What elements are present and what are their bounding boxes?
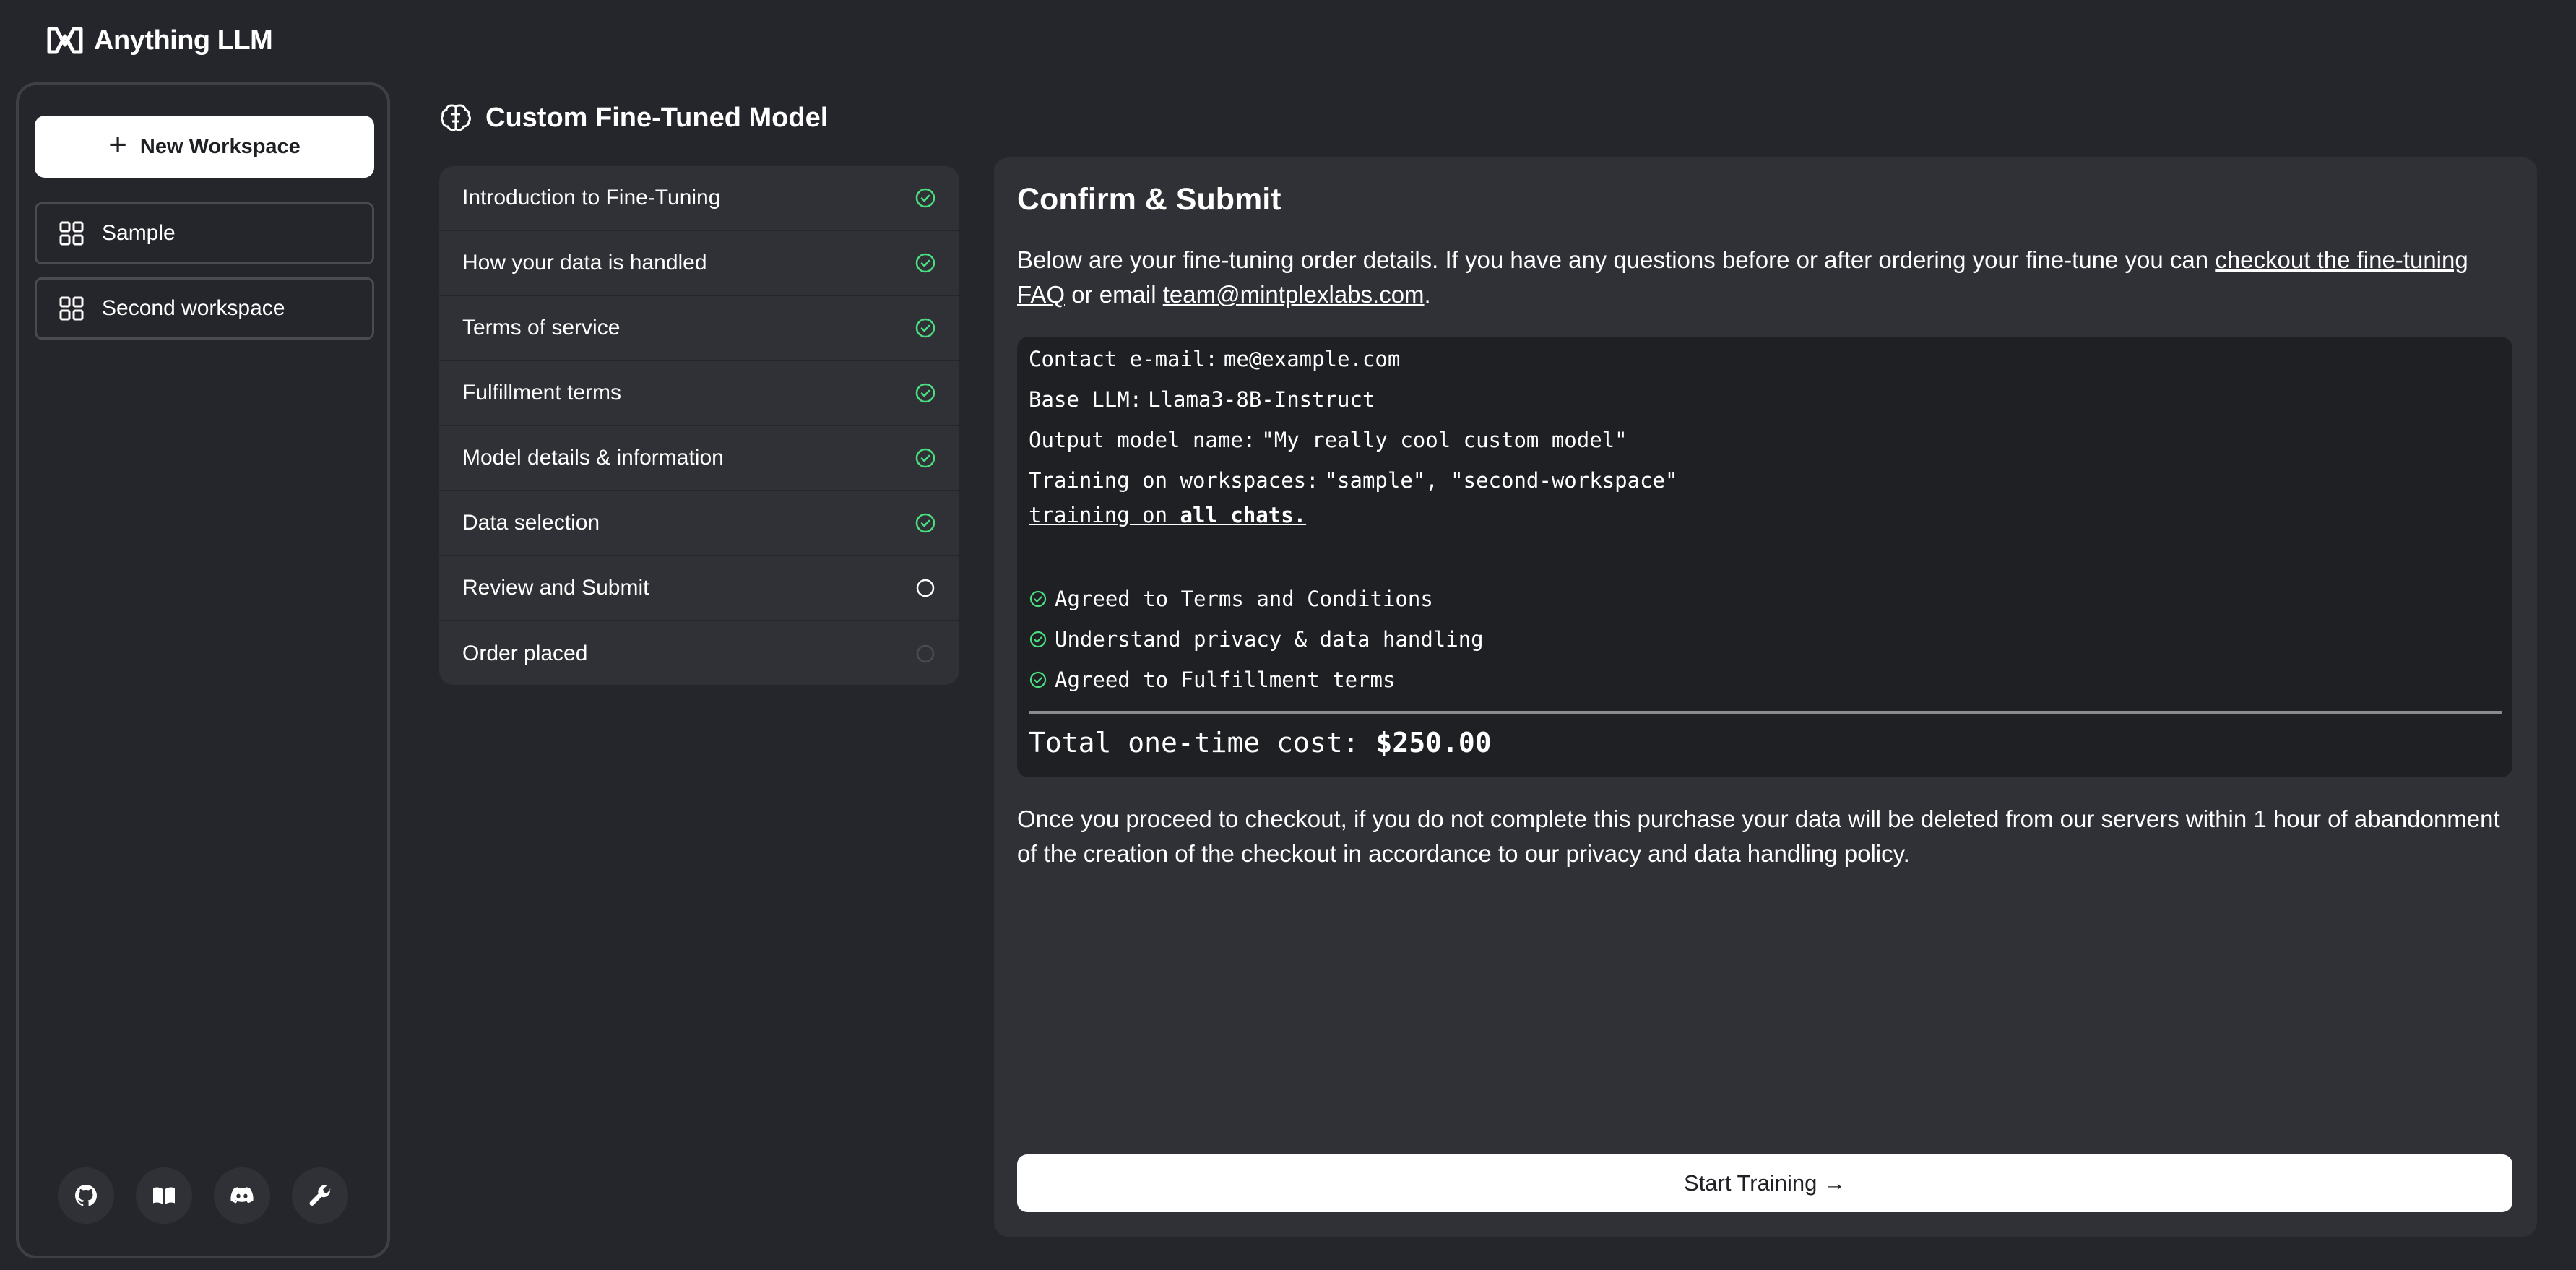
check-circle-icon [1029, 631, 1047, 648]
total-cost-value: $250.00 [1375, 727, 1492, 759]
training-on-prefix: training on [1029, 503, 1180, 527]
step-item[interactable]: Data selection [439, 491, 959, 556]
step-item[interactable]: Fulfillment terms [439, 361, 959, 426]
base-llm-label: Base LLM: [1029, 387, 1143, 412]
output-model-row: Output model name: "My really cool custom… [1029, 428, 1628, 452]
step-label: Order placed [462, 642, 588, 665]
confirm-panel: Confirm & Submit Below are your fine-tun… [994, 157, 2537, 1237]
check-circle-icon [1029, 590, 1047, 608]
agreement-label: Agreed to Terms and Conditions [1055, 587, 1433, 611]
step-item-pending[interactable]: Order placed [439, 621, 959, 685]
workspace-item-second[interactable]: Second workspace [35, 277, 374, 340]
github-icon [75, 1185, 97, 1206]
workspaces-label: Training on workspaces: [1029, 468, 1319, 493]
total-cost-label: Total one-time cost: [1029, 727, 1360, 759]
intro-text: Below are your fine-tuning order details… [1017, 243, 2520, 312]
agreement-item: Understand privacy & data handling [1029, 627, 1484, 652]
step-item[interactable]: Introduction to Fine-Tuning [439, 166, 959, 231]
brain-icon [441, 104, 471, 131]
docs-button[interactable] [136, 1167, 192, 1224]
training-on-value: all chats. [1180, 503, 1307, 527]
step-item[interactable]: Terms of service [439, 296, 959, 361]
step-item-current[interactable]: Review and Submit [439, 556, 959, 621]
contact-email-value: me@example.com [1223, 347, 1401, 371]
output-model-label: Output model name: [1029, 428, 1256, 452]
agreement-label: Understand privacy & data handling [1055, 627, 1484, 652]
step-label: Introduction to Fine-Tuning [462, 186, 721, 209]
step-label: Fulfillment terms [462, 381, 622, 405]
check-circle-icon [915, 188, 935, 208]
check-circle-icon [915, 448, 935, 468]
contact-email-row: Contact e-mail: me@example.com [1029, 347, 1400, 371]
training-on-row: training on all chats. [1029, 503, 1306, 527]
check-circle-icon [1029, 671, 1047, 688]
contact-email-label: Contact e-mail: [1029, 347, 1218, 371]
steps-list: Introduction to Fine-Tuning How your dat… [439, 166, 959, 685]
base-llm-value: Llama3-8B-Instruct [1148, 387, 1375, 412]
new-workspace-button[interactable]: + New Workspace [35, 116, 374, 178]
workspaces-row: Training on workspaces: "sample", "second… [1029, 468, 1677, 493]
agreement-item: Agreed to Terms and Conditions [1029, 587, 1433, 611]
plus-icon: + [108, 127, 127, 163]
check-circle-icon [915, 318, 935, 338]
grid-icon [59, 221, 84, 246]
app-logo: Anything LLM [46, 20, 273, 61]
agreement-item: Agreed to Fulfillment terms [1029, 668, 1395, 692]
intro-middle: or email [1065, 281, 1163, 308]
new-workspace-label: New Workspace [139, 134, 301, 158]
circle-icon [916, 579, 935, 597]
page-title: Custom Fine-Tuned Model [485, 102, 829, 133]
wrench-icon [309, 1185, 331, 1206]
app-name: Anything LLM [94, 25, 273, 56]
check-circle-icon [915, 513, 935, 533]
email-link[interactable]: team@mintplexlabs.com [1163, 281, 1425, 308]
step-item[interactable]: How your data is handled [439, 231, 959, 296]
checkout-notice: Once you proceed to checkout, if you do … [1017, 805, 2500, 867]
workspace-label: Second workspace [102, 296, 285, 320]
workspace-label: Sample [102, 221, 176, 245]
workspaces-value: "sample", "second-workspace" [1324, 468, 1678, 493]
book-icon [153, 1187, 175, 1204]
grid-icon [59, 296, 84, 321]
settings-button[interactable] [292, 1167, 348, 1224]
total-cost-row: Total one-time cost: $250.00 [1029, 727, 1492, 759]
step-label: How your data is handled [462, 251, 707, 275]
check-circle-icon [915, 253, 935, 273]
sidebar: + New Workspace Sample Second workspace [16, 82, 390, 1258]
details-divider [1029, 711, 2502, 714]
intro-prefix: Below are your fine-tuning order details… [1017, 246, 2216, 273]
step-label: Data selection [462, 511, 600, 535]
step-label: Model details & information [462, 446, 724, 470]
check-circle-icon [915, 383, 935, 403]
discord-button[interactable] [214, 1167, 270, 1224]
github-button[interactable] [58, 1167, 114, 1224]
intro-suffix: . [1424, 281, 1431, 308]
start-training-button[interactable]: Start Training → [1017, 1154, 2512, 1212]
order-details: Contact e-mail: me@example.com Base LLM: L… [1017, 337, 2512, 777]
step-item[interactable]: Model details & information [439, 426, 959, 491]
sidebar-footer [19, 1167, 387, 1224]
page-header: Custom Fine-Tuned Model [439, 101, 828, 134]
discord-icon [230, 1187, 254, 1204]
anythingllm-logo-icon [47, 27, 83, 54]
step-label: Terms of service [462, 316, 621, 340]
output-model-value: "My really cool custom model" [1261, 428, 1628, 452]
circle-icon [916, 644, 935, 663]
base-llm-row: Base LLM: Llama3-8B-Instruct [1029, 387, 1375, 412]
app-root: Anything LLM + New Workspace Sample Seco… [0, 0, 2576, 1270]
workspace-item-sample[interactable]: Sample [35, 202, 374, 264]
step-label: Review and Submit [462, 576, 649, 600]
panel-title: Confirm & Submit [1017, 182, 1281, 217]
agreement-label: Agreed to Fulfillment terms [1055, 668, 1396, 692]
